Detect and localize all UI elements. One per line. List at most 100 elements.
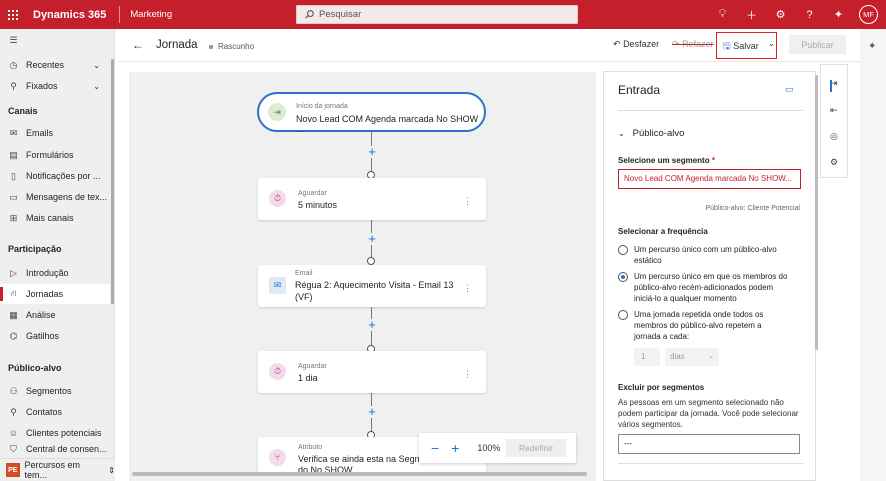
more-options-icon[interactable]: ⋮ [463, 196, 472, 207]
email-tile[interactable]: ✉ Email Régua 2: Aquecimento Visita - Em… [258, 265, 486, 307]
help-icon[interactable]: ? [795, 9, 824, 21]
settings-tab-icon[interactable]: ⚙ [830, 157, 838, 168]
required-mark: * [711, 156, 715, 165]
sidebar-item-label: Introdução [26, 268, 69, 278]
repeat-interval-input[interactable]: 1 [634, 348, 660, 366]
trigger-icon: ⌬ [9, 330, 18, 341]
sidebar-item-label: Contatos [26, 407, 63, 417]
option-line: público-alvo recém-adicionados podem [634, 283, 774, 292]
sidebar: ☰ ◷ Recentes ⌄ ⚲ Fixados ⌄ Canais ✉ Emails ▤ F… [0, 29, 115, 481]
exit-tab-icon[interactable]: ⇤ [830, 105, 838, 116]
sidebar-item-label: Jornadas [26, 289, 64, 299]
sidebar-item-pinned[interactable]: ⚲ Fixados ⌄ [0, 76, 110, 96]
add-step-button[interactable]: + [366, 232, 378, 245]
exclude-segments-field[interactable]: --- [618, 434, 800, 454]
zoom-out-button[interactable]: − [431, 440, 439, 456]
gear-icon[interactable]: ⚙ [766, 8, 795, 21]
option-line: iniciá-lo a qualquer momento [634, 294, 737, 303]
entry-panel-icon[interactable]: ▭ [785, 84, 794, 95]
save-options-chevron-icon[interactable]: ⌄ [768, 39, 775, 48]
sidebar-item-label: Segmentos [26, 386, 72, 396]
option-line: jornada a cada: [634, 332, 690, 341]
save-button[interactable]: 🖫︎ Salvar [723, 39, 759, 55]
section-channels: Canais [8, 106, 38, 116]
app-name[interactable]: Marketing [130, 9, 172, 20]
audience-section-header[interactable]: ⌄ Público-alvo [618, 128, 684, 139]
segment-field[interactable]: Novo Lead COM Agenda marcada No SHOW... [618, 169, 801, 189]
add-step-button[interactable]: + [366, 405, 378, 418]
sidebar-item-intro[interactable]: ▷ Introdução [0, 263, 110, 283]
sidebar-scrollbar[interactable] [111, 59, 114, 304]
sidebar-item-emails[interactable]: ✉ Emails [0, 123, 110, 143]
sidebar-item-push[interactable]: ▯ Notificações por ... [0, 166, 110, 186]
tile-caption: Início da jornada [296, 103, 348, 110]
message-icon: ▭ [9, 191, 18, 202]
sidebar-item-consent[interactable]: ⛉ Central de consen... [0, 442, 110, 456]
sidebar-item-label: Mensagens de tex... [26, 192, 108, 202]
zoom-in-button[interactable]: + [451, 440, 459, 456]
back-arrow-icon[interactable]: ← [132, 38, 144, 52]
copilot-pane-icon[interactable]: ✦ [868, 41, 876, 52]
sidebar-item-triggers[interactable]: ⌬ Gatilhos [0, 326, 110, 346]
radio-dynamic[interactable] [618, 272, 628, 282]
sidebar-item-journeys[interactable]: ⛙ Jornadas [0, 284, 110, 304]
sidebar-item-segments[interactable]: ⚇ Segmentos [0, 381, 110, 401]
publish-button[interactable]: Publicar [789, 35, 846, 54]
divider [119, 6, 121, 23]
avatar[interactable]: MF [859, 5, 878, 24]
redo-icon: ↷ [672, 39, 680, 49]
search-input[interactable]: Pesquisar [296, 5, 578, 24]
sidebar-item-leads[interactable]: ☺ Clientes potenciais [0, 423, 110, 443]
sidebar-item-label: Mais canais [26, 213, 74, 223]
search-placeholder: Pesquisar [319, 9, 362, 20]
copilot-icon[interactable]: ✦ [824, 8, 853, 21]
lightbulb-icon[interactable]: 💡︎ [708, 8, 737, 21]
mail-icon: ✉ [9, 127, 18, 138]
pin-icon: ⚲ [10, 80, 17, 91]
redo-button[interactable]: ↷ Refazer [672, 39, 714, 50]
segment-label: Selecione um segmento * [618, 156, 715, 165]
sidebar-item-label: Formulários [26, 150, 74, 160]
repeat-unit-select[interactable]: dias ⌄ [665, 348, 719, 366]
sidebar-item-analytics[interactable]: ▦ Análise [0, 305, 110, 325]
selected-tab-indicator [830, 80, 832, 92]
chevron-down-icon[interactable]: ⌄ [93, 82, 100, 91]
redo-label: Refazer [682, 39, 714, 49]
sidebar-item-forms[interactable]: ▤ Formulários [0, 145, 110, 165]
timer-icon: ⏱ [269, 190, 286, 207]
sidebar-item-label: Fixados [26, 81, 58, 91]
area-switcher[interactable]: PE Percursos em tem... ⇕ [0, 458, 115, 481]
undo-button[interactable]: ↶ Desfazer [613, 39, 659, 50]
undo-icon: ↶ [613, 39, 621, 49]
area-name: Percursos em tem... [24, 460, 81, 480]
brand-name[interactable]: Dynamics 365 [33, 9, 106, 21]
add-step-button[interactable]: + [366, 145, 378, 158]
plus-icon[interactable]: ＋ [737, 7, 766, 23]
option-line: membros do público-alvo repetem a [634, 321, 762, 330]
more-options-icon[interactable]: ⋮ [463, 283, 472, 294]
panel-scrollbar[interactable] [815, 75, 818, 350]
goals-tab-icon[interactable]: ◎ [830, 131, 838, 142]
page-title: Jornada [156, 39, 198, 51]
tile-title: 1 dia [298, 373, 318, 383]
zoom-controls: − + 100% Redefinir [419, 433, 576, 463]
sidebar-item-contacts[interactable]: ⚲ Contatos [0, 402, 110, 422]
sidebar-item-more-channels[interactable]: ⊞ Mais canais [0, 208, 110, 228]
app-launcher-icon[interactable] [0, 0, 26, 29]
canvas-scrollbar[interactable] [132, 472, 587, 476]
sidebar-item-recent[interactable]: ◷ Recentes ⌄ [0, 55, 110, 75]
radio-repeating[interactable] [618, 310, 628, 320]
radio-static[interactable] [618, 245, 628, 255]
tile-caption: Atributo [298, 444, 323, 451]
add-step-button[interactable]: + [366, 318, 378, 331]
section-title: Público-alvo [632, 128, 685, 139]
reset-zoom-button[interactable]: Redefinir [506, 439, 566, 457]
chevron-down-icon[interactable]: ⌄ [93, 61, 100, 70]
more-options-icon[interactable]: ⋮ [463, 369, 472, 380]
search-icon [305, 10, 314, 19]
wait-tile[interactable]: ⏱ Aguardar 1 dia ⋮ [258, 351, 486, 393]
sidebar-item-sms[interactable]: ▭ Mensagens de tex... [0, 187, 110, 207]
hamburger-menu[interactable]: ☰ [0, 30, 110, 50]
journey-start-tile[interactable]: ⇥ Início da jornada Novo Lead COM Agenda… [257, 92, 486, 134]
wait-tile[interactable]: ⏱ Aguardar 5 minutos ⋮ [258, 178, 486, 220]
